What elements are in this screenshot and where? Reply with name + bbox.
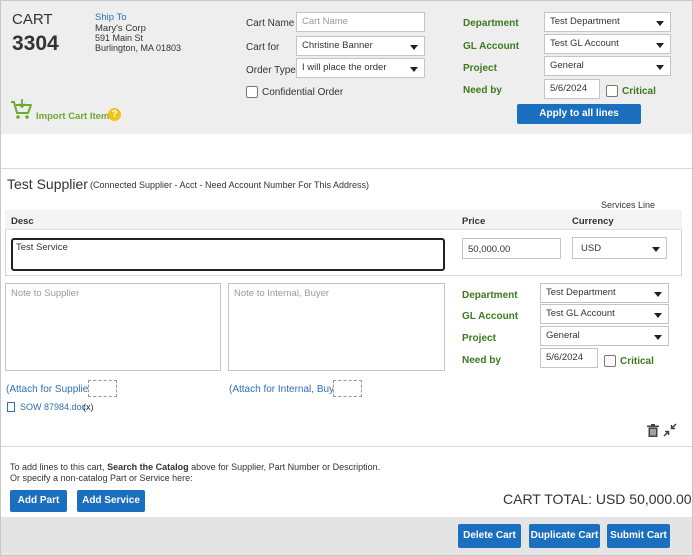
cart-for-select[interactable]: Christine Banner	[296, 36, 425, 56]
attach-for-internal-link[interactable]: (Attach for Internal, Buyer)	[229, 384, 346, 395]
cart-name-label: Cart Name	[246, 18, 295, 29]
note-to-supplier-textarea[interactable]: Note to Supplier	[5, 283, 221, 371]
line-critical-label: Critical	[620, 356, 654, 367]
critical-checkbox[interactable]	[606, 85, 618, 97]
line-project-select[interactable]: General	[540, 326, 669, 346]
add-part-button[interactable]: Add Part	[10, 490, 67, 512]
department-label: Department	[463, 18, 519, 29]
price-input[interactable]: 50,000.00	[462, 238, 561, 259]
line-department-value: Test Department	[546, 287, 616, 298]
cart-for-label: Cart for	[246, 42, 280, 53]
trash-icon[interactable]	[647, 424, 659, 437]
desc-input[interactable]: Test Service	[11, 238, 445, 271]
order-type-label: Order Type	[246, 65, 296, 76]
currency-value: USD	[581, 243, 602, 254]
project-value: General	[550, 60, 584, 71]
chevron-down-icon	[656, 65, 664, 70]
attachment-link[interactable]: SOW 87984.docx	[20, 402, 91, 412]
line-project-value: General	[546, 330, 580, 341]
chevron-down-icon	[410, 67, 418, 72]
line-project-label: Project	[462, 333, 496, 344]
line-gl-account-label: GL Account	[462, 311, 519, 322]
hint-suffix: above for Supplier, Part Number or Descr…	[188, 462, 381, 472]
add-lines-hint: To add lines to this cart, Search the Ca…	[10, 462, 380, 472]
cart-for-value: Christine Banner	[302, 40, 373, 51]
section-divider	[1, 168, 692, 169]
chevron-down-icon	[654, 292, 662, 297]
cart-icon[interactable]	[9, 98, 33, 120]
chevron-down-icon	[656, 43, 664, 48]
line-gl-account-value: Test GL Account	[546, 308, 615, 319]
cart-total: CART TOTAL: USD 50,000.00	[503, 491, 692, 507]
cart-label: CART	[12, 11, 53, 28]
ship-to-city: Burlington, MA 01803	[95, 43, 182, 53]
footer-divider	[1, 446, 692, 447]
import-cart-items-link[interactable]: Import Cart Items	[36, 111, 115, 122]
cart-number: 3304	[12, 32, 59, 55]
ship-to-street: 591 Main St	[95, 33, 144, 43]
line-department-select[interactable]: Test Department	[540, 283, 669, 303]
order-type-value: I will place the order	[302, 62, 387, 73]
gl-account-label: GL Account	[463, 41, 520, 52]
currency-header: Currency	[572, 216, 614, 227]
search-catalog-text: Search the Catalog	[107, 462, 189, 472]
duplicate-cart-button[interactable]: Duplicate Cart	[529, 524, 600, 548]
services-line-label: Services Line	[601, 200, 656, 210]
line-critical-checkbox[interactable]	[604, 355, 616, 367]
project-select[interactable]: General	[544, 56, 671, 76]
project-label: Project	[463, 63, 497, 74]
collapse-arrows-icon[interactable]	[663, 423, 677, 437]
ship-to-link[interactable]: Ship To	[95, 12, 127, 23]
line-department-label: Department	[462, 290, 518, 301]
chevron-down-icon	[654, 335, 662, 340]
delete-cart-button[interactable]: Delete Cart	[458, 524, 521, 548]
chevron-down-icon	[410, 45, 418, 50]
cart-name-input[interactable]: Cart Name	[296, 12, 425, 32]
critical-label: Critical	[622, 86, 656, 97]
chevron-down-icon	[654, 313, 662, 318]
chevron-down-icon	[652, 247, 660, 252]
department-value: Test Department	[550, 16, 620, 27]
line-need-by-label: Need by	[462, 355, 501, 366]
non-catalog-hint: Or specify a non-catalog Part or Service…	[10, 473, 193, 483]
department-select[interactable]: Test Department	[544, 12, 671, 32]
apply-to-all-lines-button[interactable]: Apply to all lines	[517, 104, 641, 124]
need-by-label: Need by	[463, 85, 502, 96]
supplier-name: Test Supplier	[7, 176, 88, 192]
supplier-note: (Connected Supplier - Acct - Need Accoun…	[90, 180, 369, 190]
order-type-select[interactable]: I will place the order	[296, 58, 425, 78]
currency-select[interactable]: USD	[572, 237, 667, 259]
add-service-button[interactable]: Add Service	[77, 490, 145, 512]
gl-account-select[interactable]: Test GL Account	[544, 34, 671, 54]
hint-prefix: To add lines to this cart,	[10, 462, 108, 472]
attachment-remove[interactable]: (x)	[83, 402, 94, 412]
line-need-by-input[interactable]: 5/6/2024	[540, 348, 598, 368]
note-to-internal-textarea[interactable]: Note to Internal, Buyer	[228, 283, 445, 371]
chevron-down-icon	[656, 21, 664, 26]
price-header: Price	[462, 216, 486, 227]
confidential-checkbox[interactable]	[246, 86, 258, 98]
attach-for-supplier-link[interactable]: (Attach for Supplier)	[6, 384, 95, 395]
help-icon[interactable]: ?	[108, 108, 121, 121]
confidential-label: Confidential Order	[262, 87, 344, 98]
internal-attachment-dropzone[interactable]	[333, 380, 362, 397]
supplier-attachment-dropzone[interactable]	[88, 380, 117, 397]
submit-cart-button[interactable]: Submit Cart	[607, 524, 670, 548]
gl-account-value: Test GL Account	[550, 38, 619, 49]
need-by-input[interactable]: 5/6/2024	[544, 79, 600, 99]
file-icon	[7, 402, 15, 412]
line-gl-account-select[interactable]: Test GL Account	[540, 304, 669, 324]
desc-header: Desc	[11, 216, 34, 227]
